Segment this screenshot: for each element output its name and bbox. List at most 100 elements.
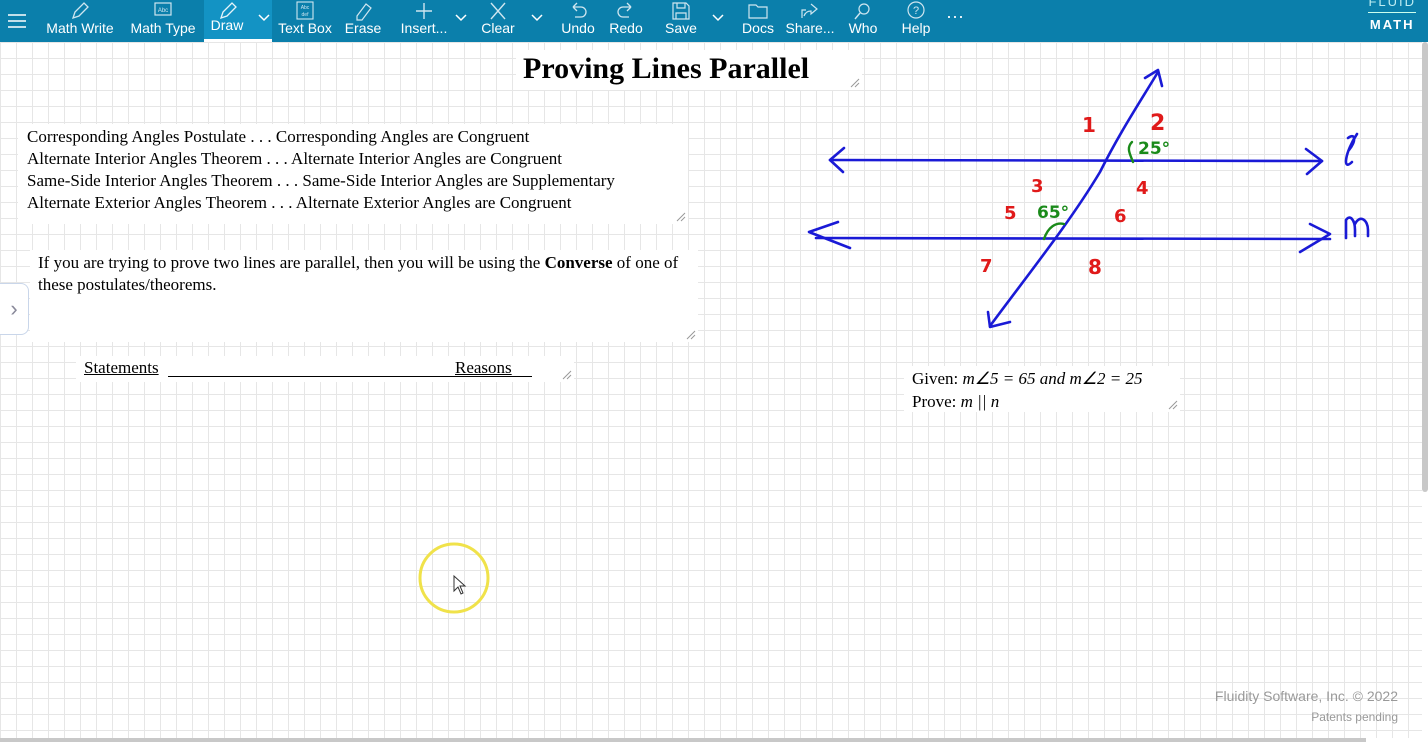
help-label: Help: [901, 20, 931, 36]
transversal: [988, 70, 1160, 328]
math-type-label: Math Type: [130, 20, 196, 36]
patents-text: Patents pending: [1311, 710, 1398, 724]
math-write-button[interactable]: Math Write: [44, 0, 116, 42]
angle-25-arc: [1127, 140, 1135, 164]
theorem-line: Corresponding Angles Postulate . . . Cor…: [27, 127, 530, 146]
pencil-icon: [71, 2, 89, 20]
docs-label: Docs: [742, 20, 774, 36]
redo-label: Redo: [609, 20, 643, 36]
brand-top: FLUID: [1368, 0, 1416, 9]
given-prove-box[interactable]: Given: m∠5 = 65 and m∠2 = 25 Prove: m ||…: [904, 366, 1180, 412]
plus-icon: [416, 3, 432, 19]
draw-pencil-icon: [219, 2, 237, 20]
x-icon: [490, 2, 506, 20]
draw-button[interactable]: Draw: [204, 0, 272, 42]
theorem-line: Alternate Exterior Angles Theorem . . . …: [27, 193, 572, 212]
search-person-icon: [854, 3, 870, 20]
horizontal-scrollbar[interactable]: [0, 738, 1366, 742]
prove-line: Prove: m || n: [912, 390, 1180, 413]
redo-button[interactable]: Redo: [606, 0, 646, 42]
line-l: [828, 158, 1324, 163]
converse-box[interactable]: If you are trying to prove two lines are…: [30, 250, 698, 342]
reasons-header: Reasons: [455, 358, 512, 377]
prove-label: Prove:: [912, 392, 961, 411]
undo-icon: [572, 2, 587, 18]
resize-grip-icon[interactable]: [562, 370, 572, 380]
share-button[interactable]: Share...: [785, 0, 835, 42]
line-m: [814, 236, 1332, 241]
who-button[interactable]: Who: [844, 0, 882, 42]
share-icon: [801, 3, 818, 18]
angle-number: 4: [1136, 178, 1149, 199]
text-box-button[interactable]: Abc def Text Box: [276, 0, 334, 42]
angle-number: 1: [1082, 113, 1096, 137]
letter-l: [1344, 132, 1359, 166]
clear-button[interactable]: Clear: [478, 0, 518, 42]
docs-button[interactable]: Docs: [738, 0, 778, 42]
line-m-left-arrow: [807, 220, 852, 250]
svg-text:Abc: Abc: [158, 8, 168, 14]
angle-25-label: 25°: [1138, 139, 1170, 159]
menu-button[interactable]: [4, 0, 30, 42]
more-button[interactable]: ···: [946, 6, 964, 27]
svg-text:Abc: Abc: [301, 5, 310, 11]
text-box-icon: Abcdef: [296, 1, 314, 20]
given-label: Given:: [912, 369, 963, 388]
undo-button[interactable]: Undo: [558, 0, 598, 42]
insert-chevron-icon[interactable]: [455, 14, 467, 22]
help-icon: ?: [907, 1, 925, 19]
angle-65-label: 65°: [1037, 203, 1069, 223]
document-canvas[interactable]: Proving Lines Parallel Corresponding Ang…: [0, 42, 1422, 738]
share-label: Share...: [785, 20, 835, 36]
angle-number: 7: [980, 256, 993, 277]
sidebar-toggle-button[interactable]: ›: [0, 283, 29, 335]
math-write-label: Math Write: [46, 20, 114, 36]
erase-button[interactable]: Erase: [340, 0, 386, 42]
parallel-lines-drawing[interactable]: 1 2 3 4 5 6 7 8 25° 65°: [800, 62, 1400, 362]
text-box-label: Text Box: [278, 20, 332, 36]
cursor-highlight: [418, 542, 490, 614]
toolbar: Math Write Abc Math Type Draw Abc def Tex…: [0, 0, 1428, 42]
mouse-pointer-icon: [453, 574, 467, 595]
converse-bold: Converse: [544, 253, 613, 272]
hamburger-icon: [8, 14, 26, 28]
converse-text: If you are trying to prove two lines are…: [38, 253, 545, 272]
math-type-button[interactable]: Abc Math Type: [128, 0, 198, 42]
resize-grip-icon[interactable]: [1168, 400, 1178, 410]
save-button[interactable]: Save: [660, 0, 702, 42]
statements-header: Statements: [84, 358, 159, 377]
save-chevron-icon[interactable]: [712, 14, 724, 22]
folder-icon: [748, 4, 768, 19]
theorem-line: Alternate Interior Angles Theorem . . . …: [27, 149, 563, 168]
undo-label: Undo: [561, 20, 595, 36]
angle-number: 2: [1150, 111, 1165, 136]
vertical-scrollbar[interactable]: [1422, 42, 1428, 492]
resize-grip-icon[interactable]: [686, 330, 696, 340]
angle-number: 3: [1031, 176, 1044, 197]
angle-number: 6: [1114, 206, 1127, 227]
statements-reasons-box[interactable]: Statements Reasons: [76, 356, 574, 382]
theorem-line: Same-Side Interior Angles Theorem . . . …: [27, 171, 615, 190]
clear-chevron-icon[interactable]: [531, 14, 543, 22]
who-label: Who: [848, 20, 878, 36]
clear-label: Clear: [481, 20, 515, 36]
insert-label: Insert...: [400, 20, 448, 36]
fluid-math-logo: FLUID MATH: [1368, 0, 1416, 31]
prove-expression: m || n: [960, 392, 1000, 411]
given-line: Given: m∠5 = 65 and m∠2 = 25: [912, 367, 1180, 390]
save-icon: [672, 2, 690, 20]
save-label: Save: [665, 20, 697, 36]
copyright-text: Fluidity Software, Inc. © 2022: [1214, 688, 1398, 704]
chevron-down-icon[interactable]: [258, 14, 270, 22]
brand-bottom: MATH: [1369, 17, 1415, 32]
resize-grip-icon[interactable]: [676, 212, 686, 222]
angle-number: 5: [1004, 203, 1017, 224]
theorems-box[interactable]: Corresponding Angles Postulate . . . Cor…: [18, 124, 688, 224]
eraser-icon: [356, 3, 372, 21]
help-button[interactable]: ? Help: [896, 0, 936, 42]
angle-number: 8: [1088, 255, 1102, 279]
svg-text:?: ?: [913, 5, 919, 17]
erase-label: Erase: [344, 20, 382, 36]
abc-keyboard-icon: Abc: [154, 2, 172, 16]
insert-button[interactable]: Insert...: [398, 0, 450, 42]
